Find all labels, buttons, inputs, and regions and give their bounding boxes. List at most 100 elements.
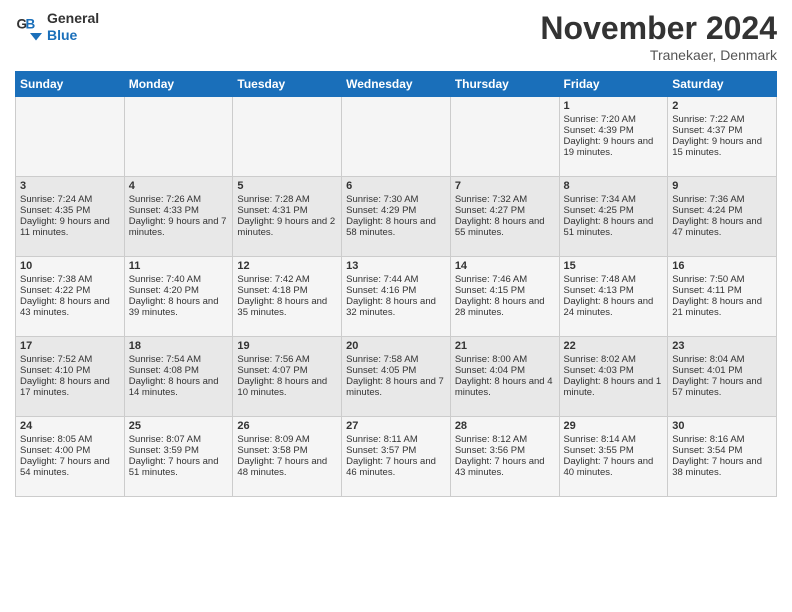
sunrise: Sunrise: 7:24 AM <box>20 194 92 205</box>
sunset: Sunset: 4:11 PM <box>672 285 742 296</box>
cell-2-4: 14 Sunrise: 7:46 AM Sunset: 4:15 PM Dayl… <box>450 257 559 337</box>
day-number: 12 <box>237 260 337 272</box>
header-row: Sunday Monday Tuesday Wednesday Thursday… <box>16 72 777 97</box>
sunset: Sunset: 4:04 PM <box>455 365 525 376</box>
daylight: Daylight: 8 hours and 10 minutes. <box>237 376 327 398</box>
logo-text: General Blue <box>47 10 99 44</box>
sunset: Sunset: 3:55 PM <box>564 445 634 456</box>
cell-2-3: 13 Sunrise: 7:44 AM Sunset: 4:16 PM Dayl… <box>342 257 451 337</box>
title-area: November 2024 Tranekaer, Denmark <box>540 10 777 63</box>
daylight: Daylight: 7 hours and 54 minutes. <box>20 456 110 478</box>
cell-4-4: 28 Sunrise: 8:12 AM Sunset: 3:56 PM Dayl… <box>450 417 559 497</box>
week-row-4: 17 Sunrise: 7:52 AM Sunset: 4:10 PM Dayl… <box>16 337 777 417</box>
cell-3-5: 22 Sunrise: 8:02 AM Sunset: 4:03 PM Dayl… <box>559 337 668 417</box>
sunrise: Sunrise: 8:05 AM <box>20 434 92 445</box>
cell-2-6: 16 Sunrise: 7:50 AM Sunset: 4:11 PM Dayl… <box>668 257 777 337</box>
sunset: Sunset: 3:56 PM <box>455 445 525 456</box>
sunrise: Sunrise: 7:34 AM <box>564 194 636 205</box>
sunrise: Sunrise: 7:56 AM <box>237 354 309 365</box>
day-number: 1 <box>564 100 664 112</box>
sunset: Sunset: 4:05 PM <box>346 365 416 376</box>
svg-text:B: B <box>26 16 36 31</box>
cell-1-3: 6 Sunrise: 7:30 AM Sunset: 4:29 PM Dayli… <box>342 177 451 257</box>
col-wednesday: Wednesday <box>342 72 451 97</box>
sunrise: Sunrise: 8:14 AM <box>564 434 636 445</box>
cell-1-1: 4 Sunrise: 7:26 AM Sunset: 4:33 PM Dayli… <box>124 177 233 257</box>
sunset: Sunset: 4:07 PM <box>237 365 307 376</box>
month-title: November 2024 <box>540 10 777 47</box>
daylight: Daylight: 9 hours and 15 minutes. <box>672 136 762 158</box>
sunset: Sunset: 4:03 PM <box>564 365 634 376</box>
sunrise: Sunrise: 7:36 AM <box>672 194 744 205</box>
sunset: Sunset: 4:27 PM <box>455 205 525 216</box>
daylight: Daylight: 8 hours and 35 minutes. <box>237 296 327 318</box>
day-number: 4 <box>129 180 229 192</box>
logo-icon: G B <box>15 12 45 42</box>
daylight: Daylight: 8 hours and 28 minutes. <box>455 296 545 318</box>
week-row-3: 10 Sunrise: 7:38 AM Sunset: 4:22 PM Dayl… <box>16 257 777 337</box>
sunset: Sunset: 4:18 PM <box>237 285 307 296</box>
sunrise: Sunrise: 7:40 AM <box>129 274 201 285</box>
sunset: Sunset: 4:24 PM <box>672 205 742 216</box>
cell-0-3 <box>342 97 451 177</box>
cell-1-5: 8 Sunrise: 7:34 AM Sunset: 4:25 PM Dayli… <box>559 177 668 257</box>
cell-0-4 <box>450 97 559 177</box>
sunset: Sunset: 4:13 PM <box>564 285 634 296</box>
day-number: 16 <box>672 260 772 272</box>
daylight: Daylight: 7 hours and 57 minutes. <box>672 376 762 398</box>
sunrise: Sunrise: 8:07 AM <box>129 434 201 445</box>
sunrise: Sunrise: 7:22 AM <box>672 114 744 125</box>
week-row-5: 24 Sunrise: 8:05 AM Sunset: 4:00 PM Dayl… <box>16 417 777 497</box>
cell-2-0: 10 Sunrise: 7:38 AM Sunset: 4:22 PM Dayl… <box>16 257 125 337</box>
daylight: Daylight: 9 hours and 11 minutes. <box>20 216 110 238</box>
sunrise: Sunrise: 7:26 AM <box>129 194 201 205</box>
day-number: 13 <box>346 260 446 272</box>
day-number: 6 <box>346 180 446 192</box>
daylight: Daylight: 7 hours and 40 minutes. <box>564 456 654 478</box>
sunset: Sunset: 4:15 PM <box>455 285 525 296</box>
daylight: Daylight: 8 hours and 14 minutes. <box>129 376 219 398</box>
daylight: Daylight: 7 hours and 43 minutes. <box>455 456 545 478</box>
sunrise: Sunrise: 8:04 AM <box>672 354 744 365</box>
sunrise: Sunrise: 7:52 AM <box>20 354 92 365</box>
sunset: Sunset: 4:29 PM <box>346 205 416 216</box>
day-number: 27 <box>346 420 446 432</box>
day-number: 21 <box>455 340 555 352</box>
cell-4-1: 25 Sunrise: 8:07 AM Sunset: 3:59 PM Dayl… <box>124 417 233 497</box>
daylight: Daylight: 8 hours and 24 minutes. <box>564 296 654 318</box>
col-thursday: Thursday <box>450 72 559 97</box>
day-number: 29 <box>564 420 664 432</box>
sunset: Sunset: 4:31 PM <box>237 205 307 216</box>
sunrise: Sunrise: 7:28 AM <box>237 194 309 205</box>
day-number: 10 <box>20 260 120 272</box>
sunrise: Sunrise: 7:44 AM <box>346 274 418 285</box>
day-number: 14 <box>455 260 555 272</box>
sunset: Sunset: 3:59 PM <box>129 445 199 456</box>
sunset: Sunset: 4:33 PM <box>129 205 199 216</box>
cell-2-5: 15 Sunrise: 7:48 AM Sunset: 4:13 PM Dayl… <box>559 257 668 337</box>
logo: G B General Blue <box>15 10 99 44</box>
day-number: 17 <box>20 340 120 352</box>
sunset: Sunset: 4:01 PM <box>672 365 742 376</box>
daylight: Daylight: 7 hours and 48 minutes. <box>237 456 327 478</box>
daylight: Daylight: 8 hours and 7 minutes. <box>346 376 444 398</box>
sunrise: Sunrise: 7:38 AM <box>20 274 92 285</box>
sunrise: Sunrise: 8:00 AM <box>455 354 527 365</box>
sunset: Sunset: 4:37 PM <box>672 125 742 136</box>
cell-0-5: 1 Sunrise: 7:20 AM Sunset: 4:39 PM Dayli… <box>559 97 668 177</box>
week-row-1: 1 Sunrise: 7:20 AM Sunset: 4:39 PM Dayli… <box>16 97 777 177</box>
daylight: Daylight: 8 hours and 4 minutes. <box>455 376 553 398</box>
cell-3-1: 18 Sunrise: 7:54 AM Sunset: 4:08 PM Dayl… <box>124 337 233 417</box>
cell-0-1 <box>124 97 233 177</box>
sunrise: Sunrise: 8:02 AM <box>564 354 636 365</box>
daylight: Daylight: 8 hours and 47 minutes. <box>672 216 762 238</box>
day-number: 18 <box>129 340 229 352</box>
cell-4-0: 24 Sunrise: 8:05 AM Sunset: 4:00 PM Dayl… <box>16 417 125 497</box>
day-number: 23 <box>672 340 772 352</box>
sunset: Sunset: 3:58 PM <box>237 445 307 456</box>
col-tuesday: Tuesday <box>233 72 342 97</box>
col-monday: Monday <box>124 72 233 97</box>
cell-2-1: 11 Sunrise: 7:40 AM Sunset: 4:20 PM Dayl… <box>124 257 233 337</box>
cell-4-3: 27 Sunrise: 8:11 AM Sunset: 3:57 PM Dayl… <box>342 417 451 497</box>
cell-1-2: 5 Sunrise: 7:28 AM Sunset: 4:31 PM Dayli… <box>233 177 342 257</box>
